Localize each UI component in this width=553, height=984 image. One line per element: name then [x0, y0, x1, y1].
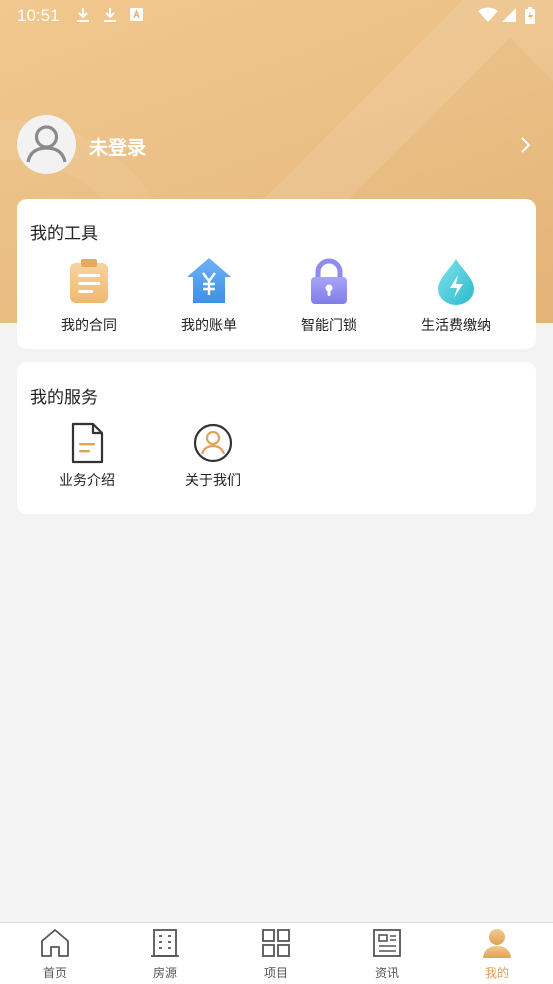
bill-yen-house-icon [187, 258, 231, 303]
tab-label: 项目 [263, 966, 288, 980]
tab-home[interactable]: 首页 [0, 923, 110, 984]
download-icon [77, 8, 89, 22]
service-label: 关于我们 [185, 473, 241, 489]
service-label: 业务介绍 [59, 473, 115, 489]
tab-label: 我的 [484, 966, 509, 980]
tool-label: 生活费缴纳 [421, 318, 491, 334]
tab-label: 房源 [152, 966, 177, 980]
building-icon [151, 929, 179, 957]
avatar[interactable] [17, 115, 76, 174]
tool-smart-lock[interactable]: 智能门锁 [274, 257, 384, 337]
person-circle-icon [193, 423, 233, 463]
tool-label: 我的合同 [61, 318, 117, 334]
profile-row[interactable]: 未登录 [17, 115, 537, 175]
status-bar: 10:51 [0, 0, 553, 32]
tab-label: 首页 [42, 966, 67, 980]
username: 未登录 [89, 137, 147, 159]
wifi-icon [478, 7, 498, 22]
smart-lock-icon [311, 258, 347, 304]
tool-my-bill[interactable]: 我的账单 [154, 257, 264, 337]
document-icon [71, 422, 104, 464]
tools-card: 我的工具 我的合同 我的账单 智能门锁 生活费缴纳 [17, 199, 536, 349]
keyboard-a-icon [130, 8, 143, 21]
tool-my-contract[interactable]: 我的合同 [34, 257, 144, 337]
user-icon [483, 929, 511, 958]
home-icon [41, 929, 69, 957]
status-time: 10:51 [17, 6, 60, 25]
service-business-intro[interactable]: 业务介绍 [37, 422, 137, 494]
utility-water-drop-icon [438, 259, 474, 305]
tools-card-title: 我的工具 [30, 224, 98, 244]
cell-signal-icon [502, 8, 516, 22]
tool-utility-payment[interactable]: 生活费缴纳 [401, 257, 511, 337]
default-avatar-icon [26, 125, 67, 163]
services-card-title: 我的服务 [30, 388, 98, 408]
tool-label: 智能门锁 [301, 318, 357, 334]
download-icon [104, 8, 116, 22]
news-icon [373, 929, 401, 957]
tab-news[interactable]: 资讯 [332, 923, 442, 984]
services-card: 我的服务 业务介绍 关于我们 [17, 362, 536, 514]
bottom-tab-bar: 首页 房源 项目 资讯 我的 [0, 922, 553, 984]
chevron-right-icon[interactable] [519, 135, 533, 155]
tab-label: 资讯 [374, 966, 399, 980]
contract-clipboard-icon [70, 259, 108, 303]
service-about-us[interactable]: 关于我们 [163, 422, 263, 494]
battery-icon [525, 7, 535, 24]
grid-icon [262, 929, 290, 957]
tab-mine[interactable]: 我的 [442, 923, 552, 984]
tool-label: 我的账单 [181, 318, 237, 334]
tab-listings[interactable]: 房源 [110, 923, 220, 984]
tab-projects[interactable]: 项目 [221, 923, 331, 984]
